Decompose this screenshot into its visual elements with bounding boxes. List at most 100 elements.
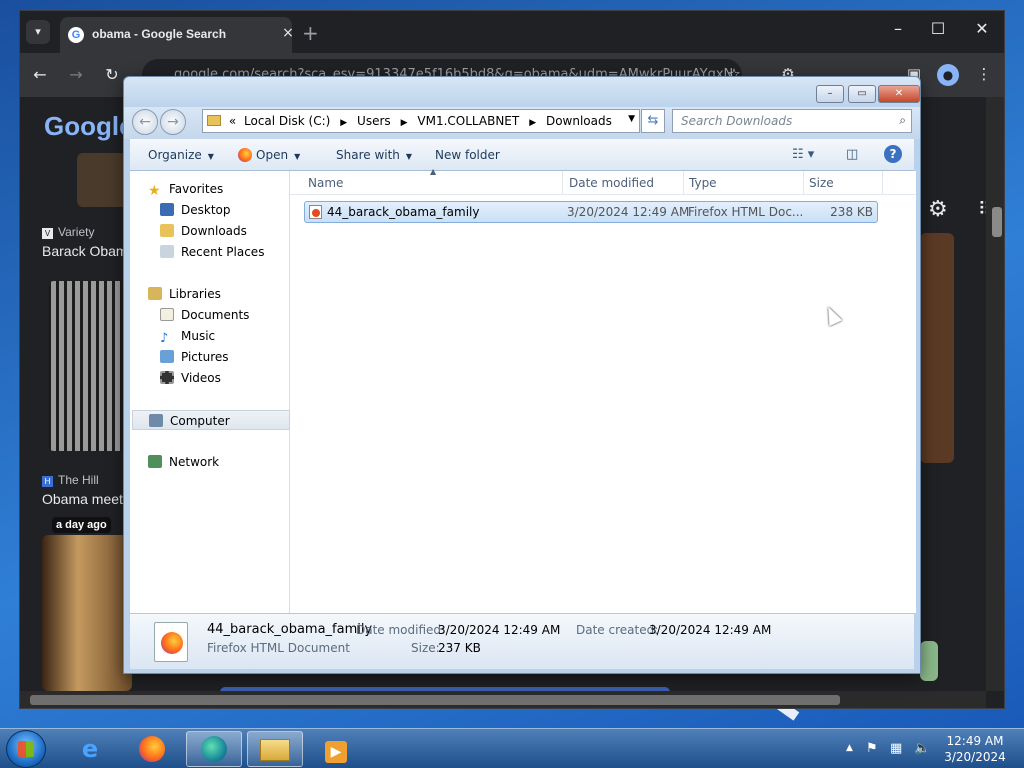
media-player-icon[interactable]: ▶ bbox=[308, 731, 364, 767]
minimize-icon[interactable]: – bbox=[878, 19, 918, 38]
network-status-icon[interactable]: ▦ bbox=[890, 741, 902, 756]
google-favicon-icon: G bbox=[68, 27, 84, 43]
breadcrumb-vm1-collabnet[interactable]: VM1.COLLABNET bbox=[417, 114, 519, 128]
nav-computer[interactable]: Computer bbox=[132, 410, 290, 430]
forward-arrow-icon[interactable]: → bbox=[160, 109, 186, 135]
column-date-modified[interactable]: Date modified bbox=[569, 176, 654, 190]
view-options-icon[interactable]: ☷ ▾ bbox=[792, 147, 814, 162]
file-name: 44_barack_obama_family bbox=[327, 205, 480, 219]
firefox-document-icon bbox=[309, 205, 322, 219]
chevron-right-icon[interactable]: ▶ bbox=[529, 118, 536, 128]
system-clock[interactable]: 12:49 AM 3/20/2024 bbox=[936, 733, 1014, 765]
breadcrumb-users[interactable]: Users bbox=[357, 114, 391, 128]
show-hidden-icons-icon[interactable]: ▲ bbox=[846, 743, 853, 753]
refresh-icon[interactable]: ⇆ bbox=[641, 109, 665, 133]
settings-gear-icon[interactable]: ⚙ bbox=[928, 197, 948, 222]
start-button[interactable] bbox=[6, 730, 46, 768]
column-divider[interactable] bbox=[882, 171, 883, 195]
breadcrumb[interactable]: « Local Disk (C:) ▶ Users ▶ VM1.COLLABNET ▶… bbox=[202, 109, 640, 133]
maximize-icon[interactable]: ▭ bbox=[848, 85, 876, 103]
menu-dots-icon[interactable]: ⋮ bbox=[972, 65, 996, 83]
result-thumbnail[interactable] bbox=[42, 535, 132, 691]
new-folder-button[interactable]: New folder bbox=[435, 148, 500, 162]
scrollbar-thumb[interactable] bbox=[992, 207, 1002, 237]
close-icon[interactable]: ✕ bbox=[878, 85, 920, 103]
result-source: V Variety bbox=[42, 225, 94, 239]
firefox-icon bbox=[238, 148, 252, 162]
back-arrow-icon[interactable]: ← bbox=[28, 65, 52, 84]
firefox-document-icon bbox=[154, 622, 188, 662]
breadcrumb-local-disk[interactable]: Local Disk (C:) bbox=[244, 114, 330, 128]
reload-icon[interactable]: ↻ bbox=[100, 65, 124, 84]
details-date-modified-label: Date modified: bbox=[356, 623, 446, 637]
maximize-icon[interactable]: ☐ bbox=[918, 19, 958, 38]
explorer-taskbar-icon[interactable] bbox=[247, 731, 303, 767]
result-thumbnail[interactable] bbox=[77, 153, 127, 207]
open-label: Open bbox=[256, 148, 289, 162]
share-with-button[interactable]: Share with ▼ bbox=[336, 148, 412, 162]
explorer-titlebar[interactable]: – ▭ ✕ bbox=[124, 77, 920, 107]
column-type[interactable]: Type bbox=[689, 176, 717, 190]
nav-libraries[interactable]: Libraries bbox=[148, 284, 306, 304]
tab-search-button[interactable]: ▾ bbox=[26, 20, 50, 44]
profile-avatar-icon[interactable]: ● bbox=[937, 64, 959, 86]
desktop-icon bbox=[160, 203, 174, 216]
tab-close-icon[interactable]: × bbox=[278, 25, 298, 41]
open-button[interactable]: Open ▼ bbox=[238, 148, 300, 162]
file-size: 238 KB bbox=[830, 205, 873, 219]
pictures-icon bbox=[160, 350, 174, 363]
address-row: ← → « Local Disk (C:) ▶ Users ▶ VM1.COLLAB… bbox=[124, 107, 920, 139]
search-icon[interactable]: ⌕ bbox=[899, 113, 906, 128]
result-headline[interactable]: Obama meet bbox=[42, 491, 123, 507]
chevron-down-icon[interactable]: ▼ bbox=[628, 114, 635, 124]
close-icon[interactable]: ✕ bbox=[962, 19, 1002, 38]
minimize-icon[interactable]: – bbox=[816, 85, 844, 103]
details-file-name: 44_barack_obama_family bbox=[207, 622, 373, 637]
nav-label: Music bbox=[181, 329, 216, 343]
column-divider[interactable] bbox=[562, 171, 563, 195]
search-input[interactable]: Search Downloads ⌕ bbox=[672, 109, 912, 133]
help-icon[interactable]: ? bbox=[884, 145, 902, 163]
edge-taskbar-icon[interactable] bbox=[186, 731, 242, 767]
details-date-created: 3/20/2024 12:49 AM bbox=[649, 623, 772, 637]
horizontal-scrollbar[interactable] bbox=[20, 691, 986, 708]
preview-pane-icon[interactable]: ◫ bbox=[846, 147, 858, 162]
result-headline[interactable]: Barack Obam bbox=[42, 243, 128, 259]
chevron-right-icon[interactable]: ▶ bbox=[401, 118, 408, 128]
internet-explorer-icon[interactable]: e bbox=[62, 731, 118, 767]
column-size[interactable]: Size bbox=[809, 176, 834, 190]
firefox-taskbar-icon[interactable] bbox=[124, 731, 180, 767]
play-icon: ▶ bbox=[325, 741, 347, 763]
vertical-scrollbar[interactable] bbox=[986, 97, 1004, 691]
volume-muted-icon[interactable]: 🔈 bbox=[914, 741, 930, 756]
breadcrumb-prefix[interactable]: « bbox=[229, 114, 236, 128]
result-thumbnail[interactable] bbox=[920, 641, 938, 681]
result-thumbnail[interactable] bbox=[920, 233, 954, 463]
organize-button[interactable]: Organize ▼ bbox=[148, 148, 214, 162]
column-name[interactable]: Name bbox=[308, 176, 343, 190]
column-divider[interactable] bbox=[803, 171, 804, 195]
navigation-pane: ★ Favorites Desktop Downloads Recent Plac… bbox=[130, 171, 290, 613]
new-tab-button[interactable]: + bbox=[302, 21, 319, 45]
action-center-flag-icon[interactable]: ⚑ bbox=[866, 741, 878, 756]
table-row[interactable]: 44_barack_obama_family 3/20/2024 12:49 A… bbox=[304, 201, 878, 223]
breadcrumb-downloads[interactable]: Downloads bbox=[546, 114, 612, 128]
nav-label: Network bbox=[169, 455, 220, 469]
nav-label: Pictures bbox=[181, 350, 229, 364]
scrollbar-thumb[interactable] bbox=[30, 695, 840, 705]
forward-arrow-icon[interactable]: → bbox=[64, 65, 88, 84]
the-hill-icon: H bbox=[42, 476, 53, 487]
result-thumbnail[interactable] bbox=[48, 281, 128, 451]
nav-label: Videos bbox=[181, 371, 221, 385]
tab-strip: ▾ G obama - Google Search × + – ☐ ✕ bbox=[20, 11, 1004, 53]
google-logo[interactable]: Google bbox=[44, 111, 134, 142]
folder-icon bbox=[260, 739, 290, 761]
nav-label: Downloads bbox=[181, 224, 247, 238]
sort-arrow-icon: ▲ bbox=[430, 167, 437, 176]
column-divider[interactable] bbox=[683, 171, 684, 195]
chevron-right-icon[interactable]: ▶ bbox=[340, 118, 347, 128]
nav-network[interactable]: Network bbox=[148, 452, 306, 472]
nav-favorites[interactable]: ★ Favorites bbox=[148, 179, 306, 199]
browser-tab[interactable]: G obama - Google Search × bbox=[60, 17, 294, 53]
back-arrow-icon[interactable]: ← bbox=[132, 109, 158, 135]
